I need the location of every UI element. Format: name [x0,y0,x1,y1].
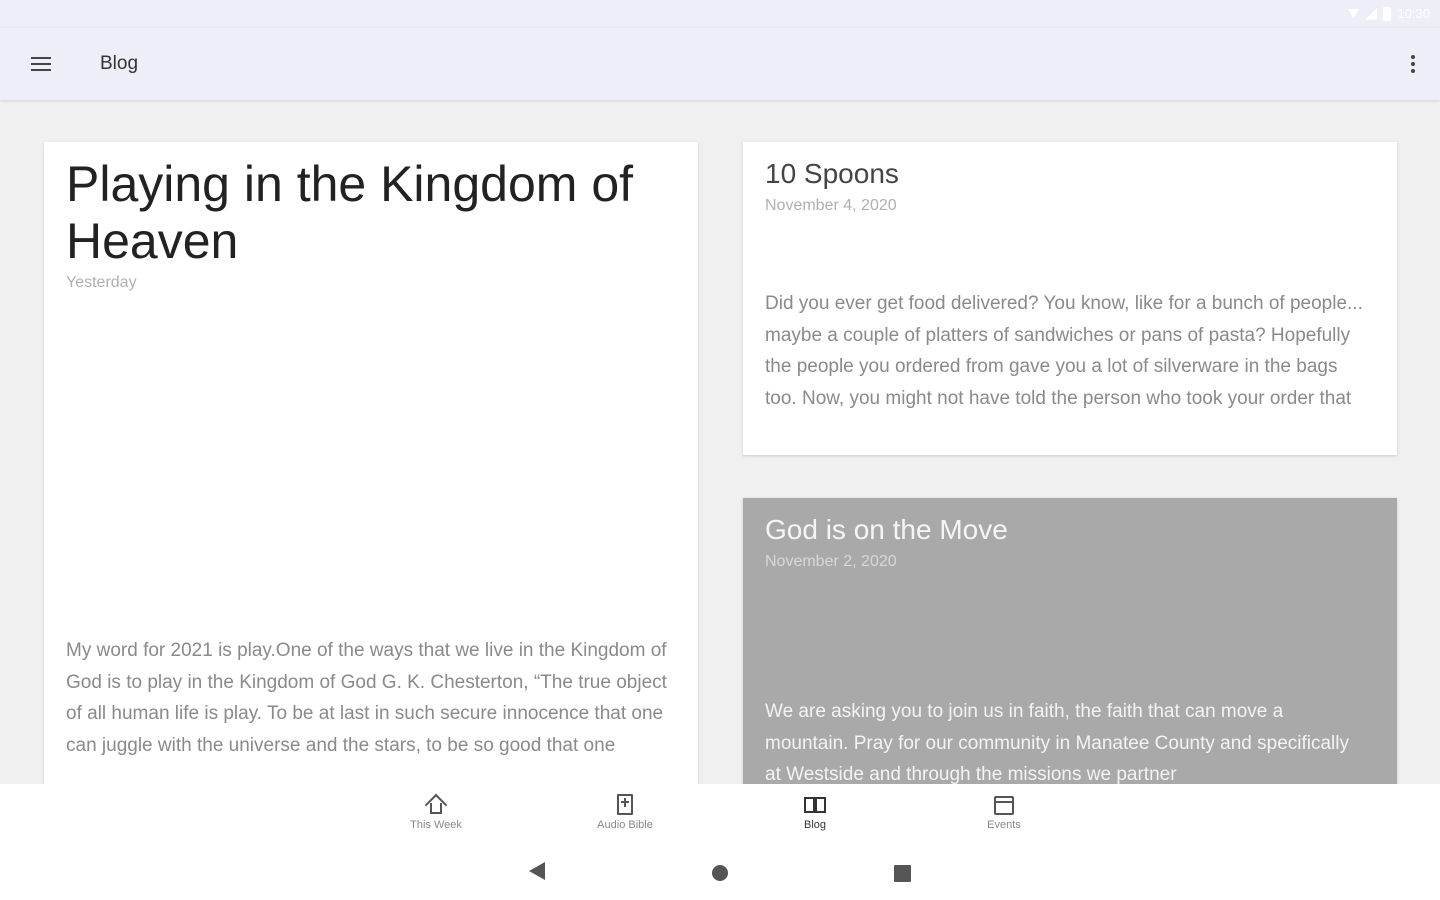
nav-label: Blog [803,819,827,831]
blog-list[interactable]: Playing in the Kingdom of Heaven Yesterd… [0,100,1440,784]
battery-icon [1383,6,1392,21]
post-title: 10 Spoons [765,158,899,189]
post-excerpt: Did you ever get food delivered? You kno… [765,293,1363,409]
post-title: God is on the Move [765,514,1008,545]
page-title: Blog [100,53,139,74]
post-card-featured[interactable]: Playing in the Kingdom of Heaven Yesterd… [44,142,698,784]
nav-item-blog[interactable]: Blog [765,794,865,831]
nav-label: Events [987,819,1021,831]
status-time: 10:30 [1397,6,1430,21]
home-circle-icon[interactable] [712,865,728,881]
post-date: November 4, 2020 [765,197,897,214]
blog-icon [804,794,826,816]
calendar-icon [993,794,1015,816]
nav-item-events[interactable]: Events [954,794,1054,831]
system-navigation-bar [0,844,1440,900]
post-excerpt: My word for 2021 is play.One of the ways… [66,640,667,756]
more-vert-icon[interactable] [1406,48,1420,80]
wifi-icon [1347,8,1360,19]
post-card[interactable]: 10 Spoons November 4, 2020 Did you ever … [743,142,1397,455]
nav-label: Audio Bible [597,819,653,831]
bottom-navigation: This Week Audio Bible Blog Events [0,784,1440,844]
app-bar: Blog [0,28,1440,100]
post-card-image[interactable]: God is on the Move November 2, 2020 We a… [743,498,1397,784]
status-icons: 10:30 [1347,6,1430,21]
home-icon [424,793,448,817]
nav-label: This Week [410,819,462,831]
bible-icon [614,794,636,816]
nav-item-this-week[interactable]: This Week [386,793,486,831]
post-date: Yesterday [66,274,137,291]
signal-icon [1365,7,1378,20]
post-date: November 2, 2020 [765,553,897,570]
back-icon[interactable] [529,862,545,880]
post-title: Playing in the Kingdom of Heaven [66,156,634,269]
menu-button[interactable] [22,46,60,82]
nav-item-audio-bible[interactable]: Audio Bible [575,794,675,831]
status-bar: 10:30 [0,0,1440,28]
excerpt-fade [743,419,1397,455]
post-excerpt: We are asking you to join us in faith, t… [765,701,1349,784]
menu-icon [31,57,51,71]
recents-icon[interactable] [894,865,911,882]
